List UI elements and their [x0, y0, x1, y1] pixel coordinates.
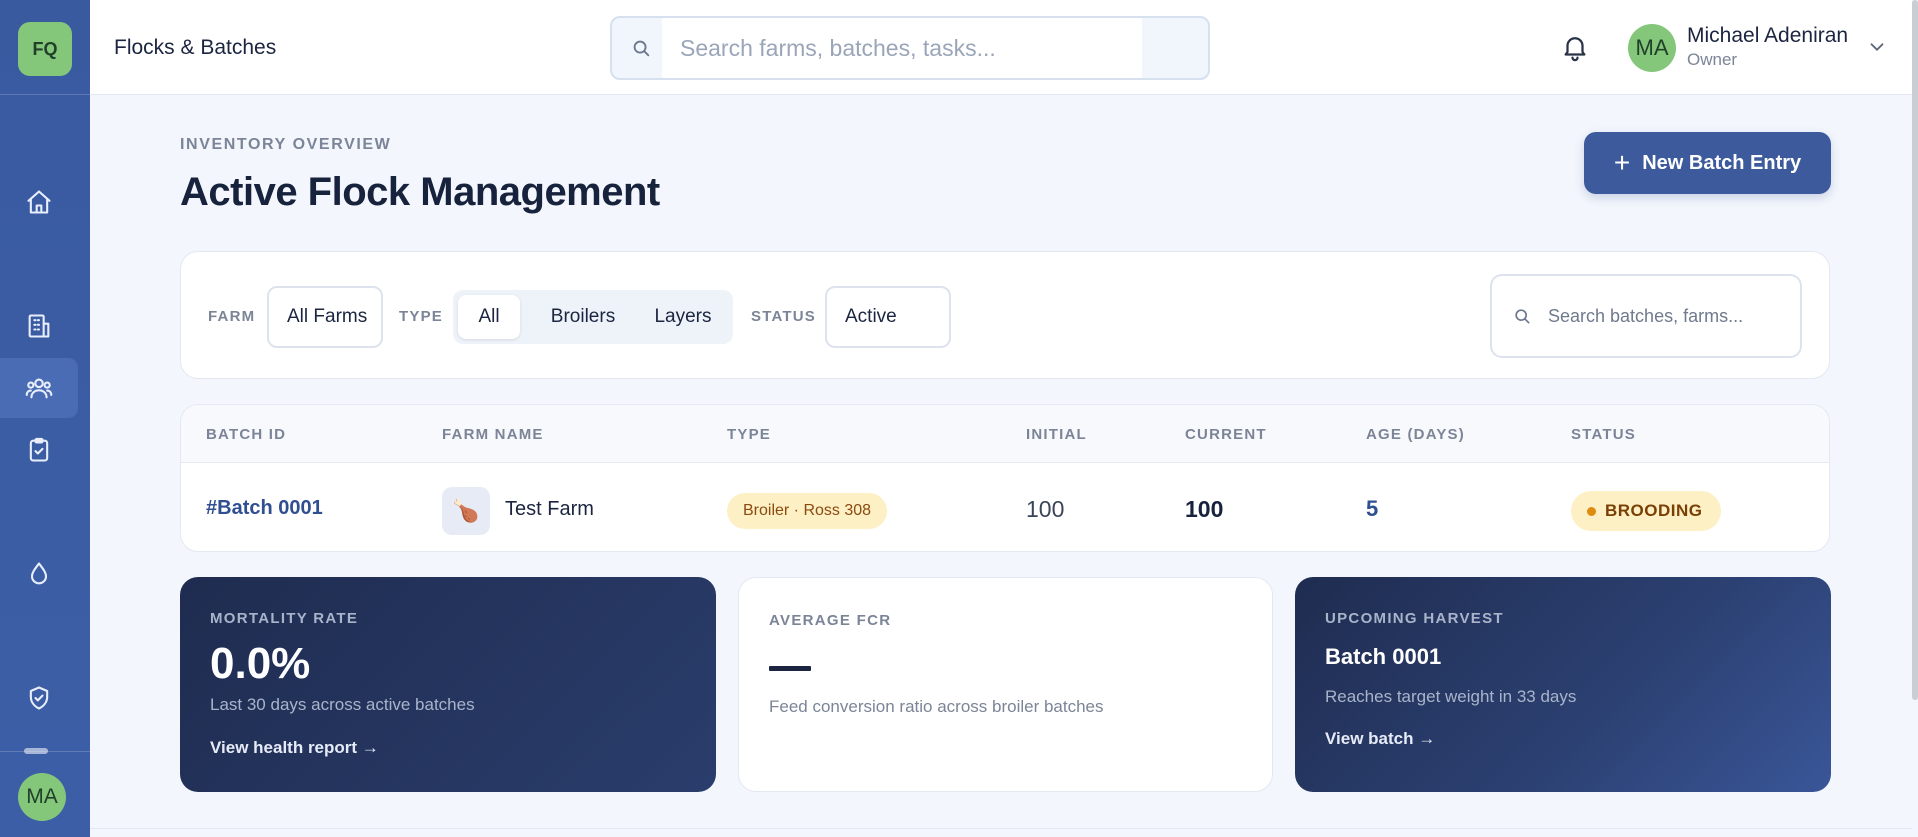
mortality-card: MORTALITY RATE 0.0% Last 30 days across … [180, 577, 716, 792]
drumstick-icon: 🍗 [442, 487, 490, 535]
user-role: Owner [1687, 50, 1738, 69]
global-search[interactable] [610, 16, 1210, 80]
column-header[interactable]: FARM NAME [442, 426, 544, 443]
plus-icon: + [1613, 147, 1631, 178]
search-icon [633, 40, 650, 57]
farm-filter-select[interactable]: All Farms [267, 286, 383, 348]
status-filter-label: STATUS [751, 308, 816, 325]
type-option-layers[interactable]: Layers [639, 295, 727, 339]
status-filter-select[interactable]: Active [825, 286, 951, 348]
fcr-card: AVERAGE FCR Feed conversion ratio across… [738, 577, 1273, 792]
sidebar-divider [0, 751, 90, 752]
table-row[interactable]: #Batch 0001 🍗 Test Farm Broiler · Ross 3… [181, 463, 1829, 551]
batch-id-link[interactable]: #Batch 0001 [206, 497, 323, 520]
page-title: Active Flock Management [180, 170, 660, 214]
sidebar-avatar[interactable]: MA [18, 773, 66, 821]
sidebar: FQ MA [0, 0, 90, 837]
type-filter-label: TYPE [399, 308, 443, 325]
brand-logo[interactable]: FQ [18, 22, 72, 76]
harvest-card: UPCOMING HARVEST Batch 0001 Reaches targ… [1295, 577, 1831, 792]
sidebar-item-farms[interactable] [0, 296, 78, 356]
search-icon [1515, 309, 1530, 324]
harvest-subtext: Reaches target weight in 33 days [1325, 687, 1577, 706]
chevron-down-icon[interactable] [1866, 36, 1888, 58]
new-batch-button[interactable]: + New Batch Entry [1584, 132, 1831, 194]
view-health-report-link[interactable]: View health report → [210, 738, 379, 758]
building-icon [28, 314, 50, 338]
page-label: Flocks & Batches [114, 36, 277, 59]
status-badge: BROODING [1571, 491, 1721, 531]
global-search-input[interactable] [662, 18, 1142, 78]
column-header[interactable]: STATUS [1571, 426, 1636, 443]
column-header[interactable]: AGE (DAYS) [1366, 426, 1465, 443]
status-text: BROODING [1605, 501, 1703, 520]
batch-search[interactable] [1490, 274, 1802, 358]
type-option-all[interactable]: All [458, 295, 520, 339]
initial-count: 100 [1026, 496, 1065, 522]
column-header[interactable]: BATCH ID [206, 426, 286, 443]
batch-search-input[interactable] [1548, 296, 1788, 336]
sidebar-divider [0, 94, 90, 95]
status-dot [1587, 506, 1596, 516]
sidebar-item-home[interactable] [0, 172, 78, 232]
clipboard-check-icon [29, 437, 49, 462]
farm-name: Test Farm [505, 498, 594, 520]
harvest-eyebrow: UPCOMING HARVEST [1325, 610, 1504, 627]
fcr-subtext: Feed conversion ratio across broiler bat… [769, 697, 1104, 716]
page-scrollbar[interactable] [1912, 0, 1918, 700]
farm-filter-label: FARM [208, 308, 256, 325]
bell-icon[interactable] [1560, 32, 1590, 62]
shield-check-icon [29, 686, 49, 710]
user-name[interactable]: Michael Adeniran [1687, 24, 1848, 48]
droplet-icon [30, 562, 48, 585]
page-divider [90, 828, 1912, 829]
new-batch-label: New Batch Entry [1642, 151, 1802, 174]
section-eyebrow: INVENTORY OVERVIEW [180, 136, 392, 153]
table-header: BATCH ID FARM NAME TYPE INITIAL CURRENT … [181, 405, 1829, 463]
fcr-eyebrow: AVERAGE FCR [769, 612, 892, 629]
column-header[interactable]: TYPE [727, 426, 771, 443]
mortality-eyebrow: MORTALITY RATE [210, 610, 359, 627]
type-badge: Broiler · Ross 308 [727, 493, 888, 529]
top-header: Flocks & Batches MA Michael Adeniran Own… [90, 0, 1912, 95]
users-icon [25, 378, 53, 399]
batches-table: BATCH ID FARM NAME TYPE INITIAL CURRENT … [180, 404, 1830, 552]
column-header[interactable]: INITIAL [1026, 426, 1087, 443]
user-avatar[interactable]: MA [1628, 24, 1676, 72]
harvest-batch: Batch 0001 [1325, 644, 1442, 669]
mortality-value: 0.0% [210, 639, 311, 688]
sidebar-item-flocks[interactable] [0, 358, 78, 418]
filter-bar: FARM All Farms TYPE All Broilers Layers … [180, 251, 1830, 379]
sidebar-item-health[interactable] [0, 668, 78, 728]
view-batch-link[interactable]: View batch → [1325, 729, 1435, 749]
type-segmented-control: All Broilers Layers [453, 290, 733, 344]
mortality-subtext: Last 30 days across active batches [210, 695, 475, 714]
current-count: 100 [1185, 496, 1224, 522]
column-header[interactable]: CURRENT [1185, 426, 1267, 443]
sidebar-item-tasks[interactable] [0, 420, 78, 480]
home-icon [27, 190, 51, 214]
fcr-empty-value [769, 666, 811, 671]
type-option-broilers[interactable]: Broilers [531, 295, 635, 339]
sidebar-item-water[interactable] [0, 544, 78, 604]
age-days: 5 [1366, 496, 1379, 521]
